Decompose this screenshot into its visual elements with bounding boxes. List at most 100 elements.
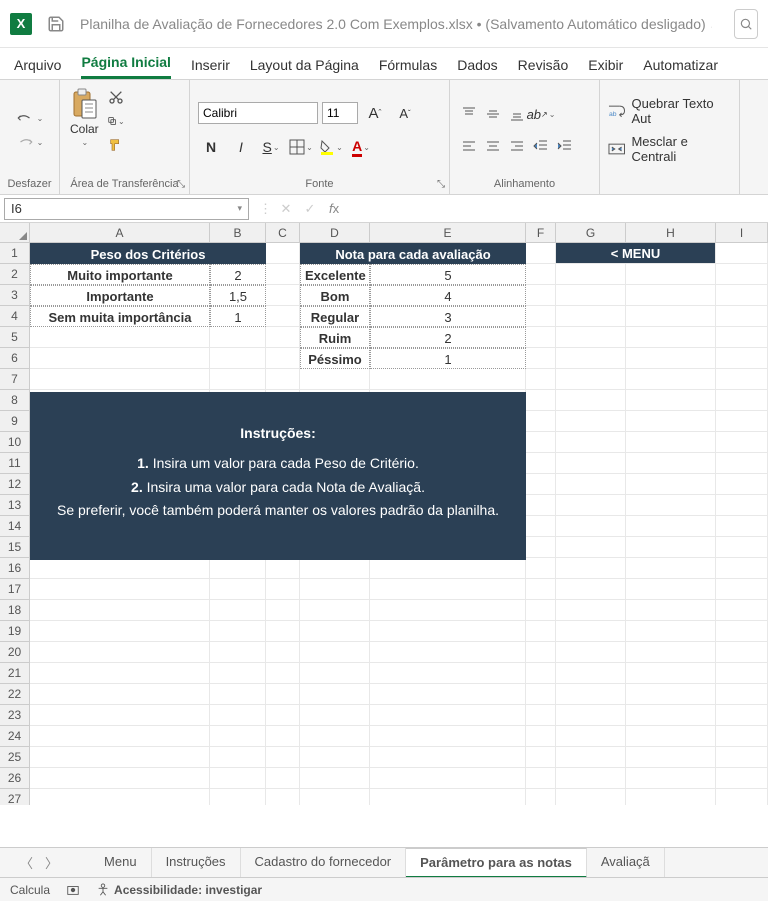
font-launcher-icon[interactable]: ⤡ [437,179,445,190]
cell[interactable] [210,579,266,600]
cell[interactable]: 2 [210,264,266,285]
cell[interactable] [266,705,300,726]
fx-icon[interactable]: fx [324,201,344,216]
cell[interactable]: Nota para cada avaliação [300,243,526,264]
cell[interactable] [556,621,626,642]
cell[interactable] [716,600,768,621]
cell[interactable] [370,747,526,768]
font-size-select[interactable] [322,102,358,124]
cell[interactable] [716,285,768,306]
align-right-icon[interactable] [506,135,528,157]
cell[interactable] [210,621,266,642]
cell[interactable] [266,768,300,789]
cell[interactable] [626,369,716,390]
cell[interactable]: Regular [300,306,370,327]
cell[interactable] [210,327,266,348]
cell[interactable] [626,621,716,642]
cell[interactable] [526,516,556,537]
cell[interactable] [370,768,526,789]
cell[interactable] [266,621,300,642]
row-header[interactable]: 25 [0,747,30,768]
sheet-prev-icon[interactable]: 〈 [20,853,33,872]
sheet-tab-cadastro[interactable]: Cadastro do fornecedor [241,848,407,878]
cell[interactable] [526,453,556,474]
cell[interactable] [526,579,556,600]
sheet-next-icon[interactable]: 〉 [45,853,58,872]
cell[interactable]: Sem muita importância [30,306,210,327]
row-header[interactable]: 23 [0,705,30,726]
cell[interactable] [716,789,768,805]
cell[interactable] [556,327,626,348]
cell[interactable] [370,789,526,805]
cell[interactable] [300,642,370,663]
cell[interactable] [626,285,716,306]
cell[interactable] [626,600,716,621]
col-header[interactable]: C [266,223,300,242]
cell[interactable] [716,474,768,495]
cell[interactable] [370,579,526,600]
borders-button[interactable]: ⌄ [288,135,314,159]
paste-button[interactable]: Colar ⌄ [66,84,103,151]
cell[interactable] [370,663,526,684]
cell[interactable] [556,474,626,495]
cell[interactable] [526,369,556,390]
row-header[interactable]: 15 [0,537,30,558]
spreadsheet-grid[interactable]: A B C D E F G H I 1Peso dos CritériosNot… [0,223,768,805]
cell[interactable] [526,390,556,411]
align-middle-icon[interactable] [482,103,504,125]
cell[interactable] [370,726,526,747]
cell[interactable] [626,642,716,663]
cancel-formula-icon[interactable]: ✕ [276,201,296,217]
align-center-icon[interactable] [482,135,504,157]
cell[interactable] [626,432,716,453]
cell[interactable] [556,558,626,579]
cell[interactable] [526,264,556,285]
cell[interactable] [370,705,526,726]
cell[interactable] [626,516,716,537]
row-header[interactable]: 27 [0,789,30,805]
cell[interactable]: 1 [210,306,266,327]
cell[interactable] [30,684,210,705]
cell[interactable] [556,579,626,600]
cell[interactable] [300,768,370,789]
cell[interactable]: Peso dos Critérios [30,243,266,264]
cell[interactable] [30,558,210,579]
row-header[interactable]: 10 [0,432,30,453]
cell[interactable] [556,432,626,453]
tab-dados[interactable]: Dados [457,51,497,79]
cell[interactable] [716,705,768,726]
row-header[interactable]: 16 [0,558,30,579]
cell[interactable] [526,495,556,516]
save-icon[interactable] [46,14,66,34]
cell[interactable] [300,705,370,726]
increase-font-icon[interactable]: Aˆ [362,101,388,125]
cell[interactable] [556,348,626,369]
cell[interactable]: 3 [370,306,526,327]
cell[interactable] [716,264,768,285]
cell[interactable] [526,243,556,264]
format-painter-icon[interactable] [107,136,125,154]
cell[interactable] [716,726,768,747]
cell[interactable] [716,348,768,369]
cell[interactable] [556,768,626,789]
cell[interactable] [626,411,716,432]
cell[interactable] [266,264,300,285]
cell[interactable] [556,516,626,537]
cell[interactable] [716,579,768,600]
italic-button[interactable]: I [228,135,254,159]
cell[interactable] [266,747,300,768]
cell[interactable] [626,306,716,327]
cell[interactable]: 4 [370,285,526,306]
cell[interactable] [556,663,626,684]
row-header[interactable]: 22 [0,684,30,705]
cell[interactable] [266,558,300,579]
cell[interactable]: Péssimo [300,348,370,369]
cell[interactable] [716,558,768,579]
cell[interactable] [716,327,768,348]
row-header[interactable]: 14 [0,516,30,537]
row-header[interactable]: 3 [0,285,30,306]
orientation-icon[interactable]: ab↗⌄ [530,103,552,125]
cell[interactable] [210,684,266,705]
cell[interactable] [626,474,716,495]
decrease-font-icon[interactable]: Aˇ [392,101,418,125]
